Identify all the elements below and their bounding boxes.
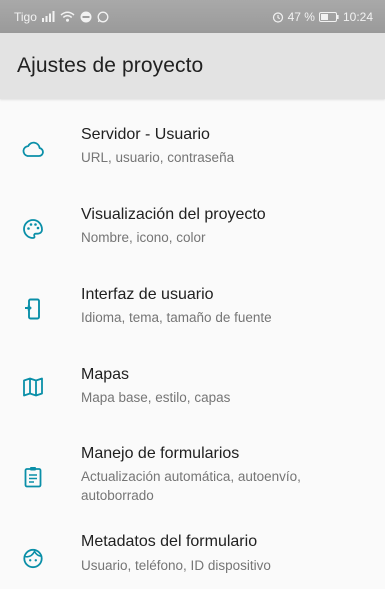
signal-icon	[41, 11, 55, 22]
settings-item-server-user[interactable]: Servidor - Usuario URL, usuario, contras…	[0, 99, 385, 179]
item-subtitle: Idioma, tema, tamaño de fuente	[81, 310, 272, 325]
item-title: Metadatos del formulario	[81, 533, 258, 550]
status-bar-left: Tigo	[14, 10, 109, 24]
alarm-icon	[272, 11, 284, 23]
carrier-name: Tigo	[14, 9, 37, 24]
face-icon	[21, 546, 45, 570]
item-title: Visualización del proyecto	[81, 206, 266, 223]
item-title: Mapas	[81, 366, 130, 383]
item-subtitle: Usuario, teléfono, ID dispositivo	[81, 558, 271, 573]
battery-percent: 47 %	[287, 9, 315, 24]
settings-item-project-display[interactable]: Visualización del proyecto Nombre, icono…	[0, 179, 385, 259]
cloud-icon	[21, 137, 45, 161]
data-saver-icon	[80, 11, 92, 23]
item-subtitle: Actualización automática, autoenvío, aut…	[81, 469, 301, 503]
item-subtitle: Mapa base, estilo, capas	[81, 390, 231, 405]
whatsapp-icon	[97, 11, 109, 23]
settings-item-maps[interactable]: Mapas Mapa base, estilo, capas	[0, 339, 385, 419]
status-bar: Tigo 47 % 10:24	[0, 0, 385, 33]
settings-item-form-management[interactable]: Manejo de formularios Actualización auto…	[0, 419, 385, 518]
battery-icon	[318, 11, 339, 22]
palette-icon	[21, 217, 45, 241]
settings-item-user-interface[interactable]: Interfaz de usuario Idioma, tema, tamaño…	[0, 259, 385, 339]
clipboard-icon	[21, 465, 45, 489]
phone-settings-icon	[21, 297, 45, 321]
item-subtitle: Nombre, icono, color	[81, 230, 206, 245]
item-title: Servidor - Usuario	[81, 126, 210, 143]
settings-item-form-metadata[interactable]: Metadatos del formulario Usuario, teléfo…	[0, 518, 385, 589]
clock-time: 10:24	[342, 9, 373, 24]
wifi-icon	[60, 11, 75, 22]
item-title: Interfaz de usuario	[81, 286, 214, 303]
page-title: Ajustes de proyecto	[17, 54, 204, 77]
map-icon	[21, 375, 45, 399]
app-bar: Ajustes de proyecto	[0, 33, 385, 99]
item-subtitle: URL, usuario, contraseña	[81, 150, 235, 165]
item-title: Manejo de formularios	[81, 445, 240, 462]
status-bar-right: 47 % 10:24	[272, 10, 373, 24]
